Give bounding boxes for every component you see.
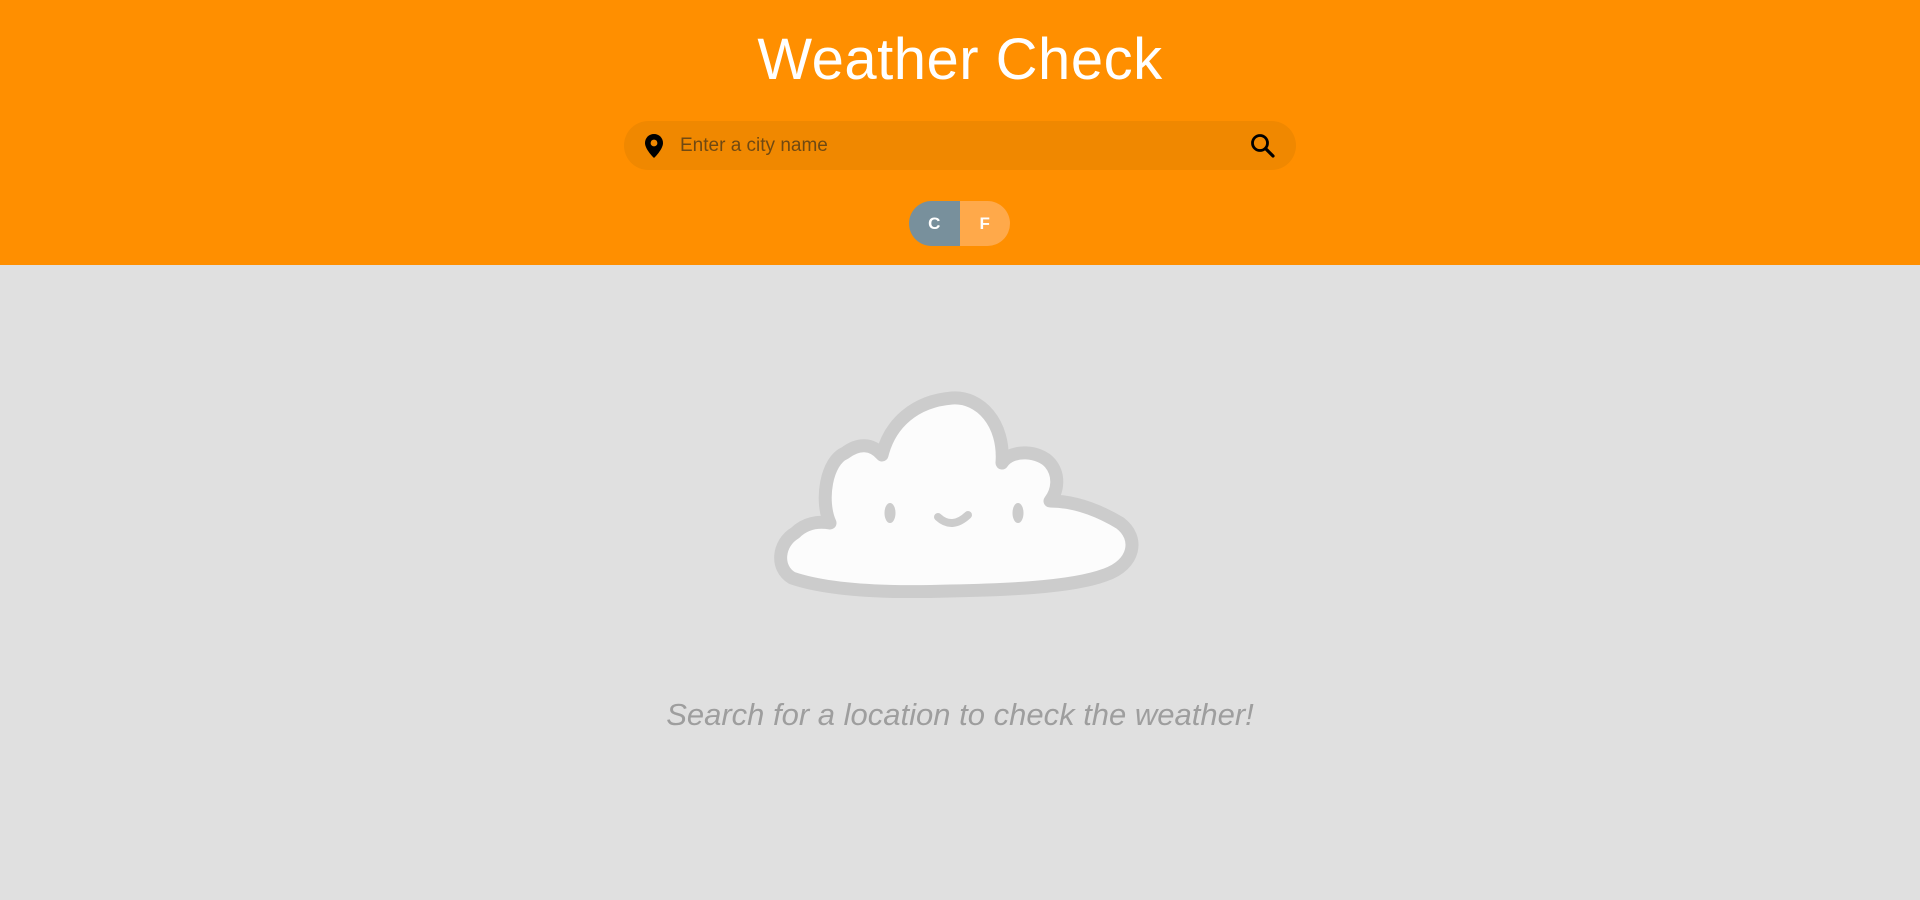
unit-toggle: C F bbox=[909, 201, 1010, 246]
city-search-input[interactable] bbox=[676, 121, 1240, 170]
celsius-button[interactable]: C bbox=[909, 201, 960, 246]
empty-state-message: Search for a location to check the weath… bbox=[666, 697, 1254, 732]
app-title: Weather Check bbox=[757, 27, 1163, 92]
location-pin-icon bbox=[642, 133, 666, 159]
app-header: Weather Check C F bbox=[0, 0, 1920, 265]
search-bar bbox=[624, 121, 1296, 170]
cloud-illustration bbox=[770, 383, 1142, 599]
search-icon[interactable] bbox=[1248, 131, 1278, 161]
fahrenheit-button[interactable]: F bbox=[959, 201, 1010, 246]
